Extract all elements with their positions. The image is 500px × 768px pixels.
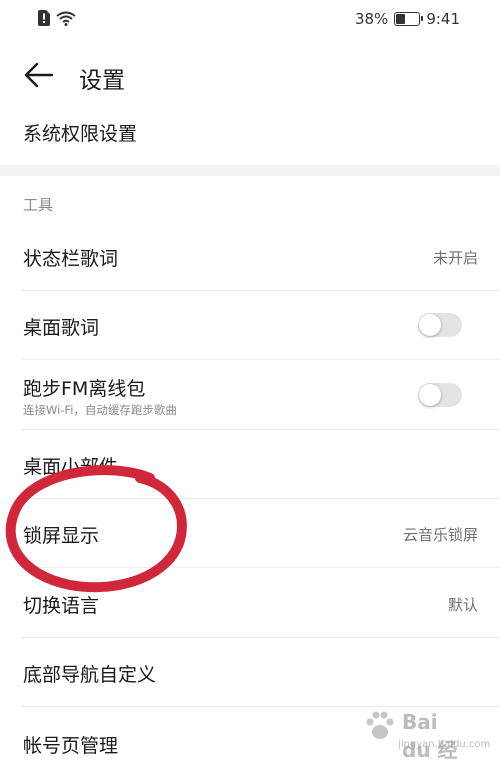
toggle-knob [419,314,441,336]
list-item-switch-language[interactable]: 切换语言 默认 [0,568,500,637]
item-sublabel: 连接Wi-Fi，自动缓存跑步歌曲 [23,403,177,417]
toggle-knob [419,384,441,406]
status-bar: 38% 9:41 [0,0,500,38]
item-value: 未开启 [432,249,478,267]
desktop-lyrics-toggle[interactable] [418,313,462,337]
list-item-system-permissions[interactable]: 系统权限设置 [0,104,500,160]
list-item-desktop-widget[interactable]: 桌面小部件 [0,430,500,498]
header-bar: 设置 [0,52,500,100]
running-fm-toggle[interactable] [418,383,462,407]
item-label: 切换语言 [23,595,100,617]
page-title: 设置 [79,68,125,94]
status-left [38,10,76,26]
paw-logo-icon [366,711,394,739]
wifi-icon [56,11,76,26]
battery-icon [394,12,424,26]
list-item-running-fm-offline[interactable]: 跑步FM离线包 连接Wi-Fi，自动缓存跑步歌曲 [0,360,500,429]
item-value: 云音乐锁屏 [402,526,478,544]
battery-level-fill [396,14,405,24]
arrow-left-icon [24,62,54,88]
clock: 9:41 [426,10,460,28]
item-label: 跑步FM离线包 [23,378,146,400]
item-label: 底部导航自定义 [23,664,157,686]
section-separator [0,165,500,176]
section-title-tools: 工具 [23,196,54,214]
item-label: 帐号页管理 [23,735,119,757]
item-label: 桌面歌词 [23,317,100,339]
item-label: 系统权限设置 [23,123,138,145]
battery-percent: 38% [354,10,389,28]
back-button[interactable] [22,60,56,90]
item-label: 状态栏歌词 [23,248,119,270]
status-right: 38% 9:41 [355,10,460,28]
list-item-statusbar-lyrics[interactable]: 状态栏歌词 未开启 [0,222,500,290]
alert-sim-icon [38,10,50,26]
item-value: 默认 [447,596,478,614]
watermark-sub: jingyan.baidu.com [398,739,491,750]
item-label: 桌面小部件 [23,456,119,478]
list-item-bottom-nav-custom[interactable]: 底部导航自定义 [0,638,500,706]
watermark: Bai du 经验 jingyan.baidu.com [360,706,490,768]
item-label: 锁屏显示 [23,525,100,547]
list-item-lockscreen-display[interactable]: 锁屏显示 云音乐锁屏 [0,499,500,567]
list-item-desktop-lyrics[interactable]: 桌面歌词 [0,291,500,359]
